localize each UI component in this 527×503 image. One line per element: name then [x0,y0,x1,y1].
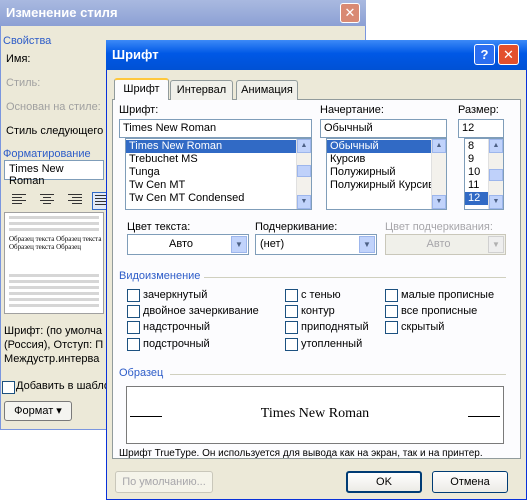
close-icon[interactable]: ✕ [498,44,519,65]
tab-spacing[interactable]: Интервал [170,80,233,100]
font-list-item[interactable]: Tw Cen MT [126,179,311,192]
scroll-thumb[interactable] [489,169,503,181]
scroll-up-icon[interactable]: ▲ [489,139,503,153]
underline-value: (нет) [260,238,285,250]
add-to-template-checkbox[interactable] [2,381,15,394]
scroll-thumb[interactable] [297,165,311,177]
small-caps-label: малые прописные [401,289,495,301]
outline-label: контур [301,305,335,317]
style-list-item[interactable]: Полужирный [327,166,446,179]
underline-color-value: Авто [426,238,451,250]
scroll-down-icon[interactable]: ▼ [489,195,503,209]
strikethrough-label: зачеркнутый [143,289,208,301]
tab-animation[interactable]: Анимация [236,80,298,100]
default-button[interactable]: По умолчанию... [115,471,213,493]
next-style-label: Стиль следующего [6,125,104,137]
engrave-label: утопленный [301,338,363,350]
cancel-button[interactable]: Отмена [432,471,508,493]
hidden-checkbox[interactable] [385,321,398,334]
shadow-checkbox[interactable] [285,289,298,302]
style-list-item[interactable]: Обычный [327,140,446,153]
font-input[interactable]: Times New Roman [119,119,312,138]
style-description: Шрифт: (по умолча (Россия), Отступ: П Ме… [4,325,104,365]
underline-color-select: Авто ▼ [385,234,506,255]
double-strikethrough-checkbox[interactable] [127,305,140,318]
style-list-scrollbar[interactable]: ▲ ▼ [431,139,446,209]
chevron-down-icon: ▼ [359,236,375,253]
font-dialog-title: Шрифт [112,47,159,62]
add-to-template-label: Добавить в шабло [16,380,110,392]
format-button-label: Формат [14,405,54,417]
outline-checkbox[interactable] [285,305,298,318]
engrave-checkbox[interactable] [285,338,298,351]
text-color-label: Цвет текста: [127,221,191,233]
small-caps-checkbox[interactable] [385,289,398,302]
help-icon[interactable]: ? [474,44,495,65]
preview-divider [170,374,506,375]
style-label: Начертание: [320,104,384,116]
underline-select[interactable]: (нет) ▼ [255,234,377,255]
underline-label: Подчеркивание: [255,221,338,233]
subscript-label: подстрочный [143,338,210,350]
tab-font[interactable]: Шрифт [114,78,169,100]
align-center-icon[interactable] [38,192,56,208]
format-button[interactable]: Формат ▾ [4,401,72,421]
style-list-item[interactable]: Курсив [327,153,446,166]
preview-text: Times New Roman [260,406,370,421]
scroll-up-icon[interactable]: ▲ [297,139,311,153]
size-label: Размер: [458,104,499,116]
scroll-down-icon[interactable]: ▼ [297,195,311,209]
size-list[interactable]: 8 9 10 11 12 ▲ ▼ [464,138,504,210]
formatting-header: Форматирование [3,148,91,160]
superscript-label: надстрочный [143,321,210,333]
text-color-value: Авто [169,238,193,250]
effects-divider [204,277,506,278]
style-input[interactable]: Обычный [320,119,447,138]
scroll-down-icon[interactable]: ▼ [432,195,446,209]
name-label: Имя: [6,53,31,65]
bg-style-preview: Образец текста Образец текста Образец те… [4,212,104,314]
align-right-icon[interactable] [66,192,84,208]
font-list-item[interactable]: Tunga [126,166,311,179]
style-list[interactable]: Обычный Курсив Полужирный Полужирный Кур… [326,138,447,210]
size-list-scrollbar[interactable]: ▲ ▼ [488,139,503,209]
style-label: Стиль: [6,77,41,89]
underline-color-label: Цвет подчеркивания: [385,221,493,233]
bg-font-select[interactable]: Times New Roman [4,160,104,187]
truetype-note: Шрифт TrueType. Он используется для выво… [119,448,483,459]
chevron-down-icon: ▼ [231,236,247,253]
font-list-item[interactable]: Tw Cen MT Condensed [126,192,311,205]
subscript-checkbox[interactable] [127,338,140,351]
ok-button[interactable]: OK [346,471,422,493]
all-caps-label: все прописные [401,305,478,317]
strikethrough-checkbox[interactable] [127,289,140,302]
preview-header: Образец [119,367,164,379]
based-on-label: Основан на стиле: [6,101,101,113]
hidden-label: скрытый [401,321,445,333]
emboss-checkbox[interactable] [285,321,298,334]
style-list-item[interactable]: Полужирный Курсив [327,179,446,192]
align-left-icon[interactable] [10,192,28,208]
bg-preview-sample-text: Образец текста Образец текста Образец те… [9,235,102,251]
effects-header: Видоизменение [119,270,201,282]
size-input[interactable]: 12 [458,119,504,138]
all-caps-checkbox[interactable] [385,305,398,318]
font-list[interactable]: Times New Roman Trebuchet MS Tunga Tw Ce… [125,138,312,210]
font-list-item[interactable]: Times New Roman [126,140,311,153]
properties-header: Свойства [3,35,52,47]
shadow-label: с тенью [301,289,341,301]
modify-style-title: Изменение стиля [6,5,118,20]
modify-style-close-icon[interactable]: ✕ [340,3,360,23]
double-strikethrough-label: двойное зачеркивание [143,305,259,317]
font-dialog-titlebar [106,40,527,70]
emboss-label: приподнятый [301,321,369,333]
font-list-item[interactable]: Trebuchet MS [126,153,311,166]
dropdown-arrow-icon: ▾ [56,405,62,417]
font-label: Шрифт: [119,104,159,116]
text-color-select[interactable]: Авто ▼ [127,234,249,255]
chevron-down-icon: ▼ [488,236,504,253]
superscript-checkbox[interactable] [127,321,140,334]
font-list-scrollbar[interactable]: ▲ ▼ [296,139,311,209]
scroll-up-icon[interactable]: ▲ [432,139,446,153]
